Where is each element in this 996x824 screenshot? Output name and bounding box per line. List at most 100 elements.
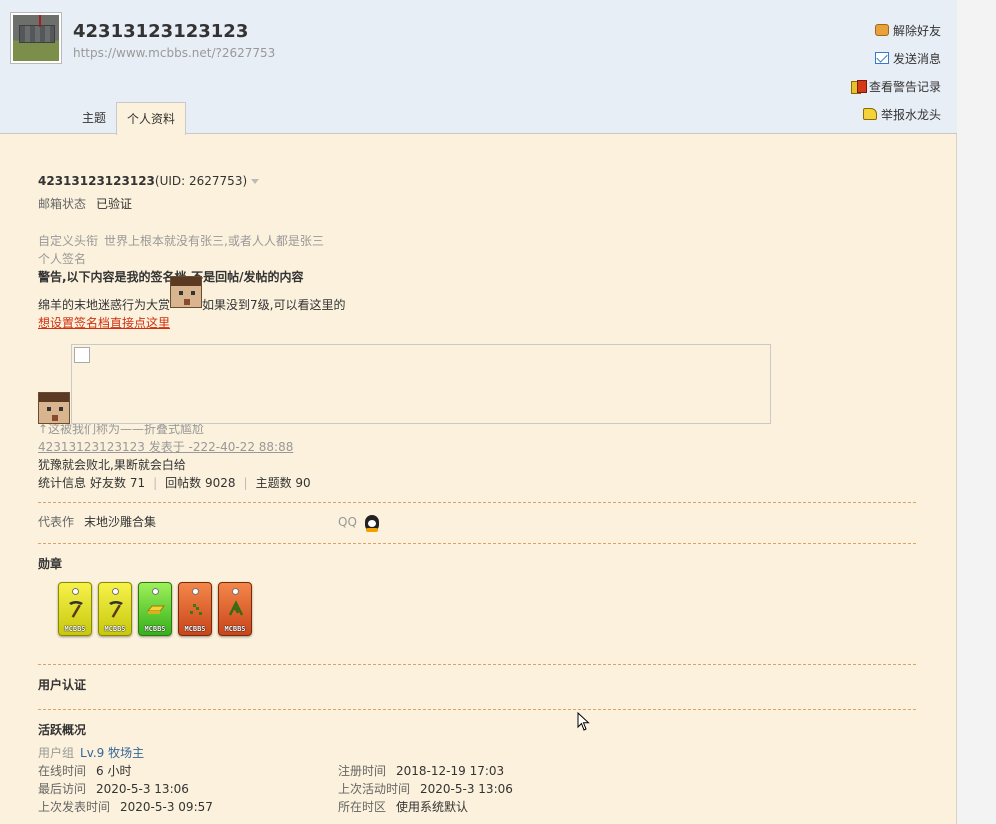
report-button[interactable]: 举报水龙头: [851, 100, 941, 128]
profile-name-row: 42313123123123(UID: 2627753): [38, 172, 916, 190]
works-value[interactable]: 末地沙雕合集: [84, 515, 156, 529]
activity-row-2: 最后访问 2020-5-3 13:06 上次活动时间 2020-5-3 13:06: [38, 780, 916, 798]
view-warnings-label: 查看警告记录: [868, 79, 941, 94]
lastvisit-value: 2020-5-3 13:06: [96, 782, 189, 796]
profile-username: 42313123123123: [73, 21, 249, 42]
medal-hole: [152, 588, 159, 595]
broken-image-icon: [74, 347, 90, 363]
timezone-label: 所在时区: [338, 800, 387, 814]
medal-seeds[interactable]: MCBBS: [178, 582, 212, 636]
profile-actions: 解除好友 发送消息 查看警告记录 举报水龙头: [850, 16, 941, 128]
user-group-value[interactable]: Lv.9 牧场主: [80, 746, 144, 760]
qq-penguin-icon[interactable]: [364, 514, 379, 532]
post-link[interactable]: 42313123123123 发表于 -222-40-22 88:88: [38, 440, 293, 454]
replies-count[interactable]: 回帖数 9028: [165, 476, 235, 490]
auth-title: 用户认证: [38, 678, 87, 692]
medal-pickaxe[interactable]: MCBBS: [98, 582, 132, 636]
lastactive-value: 2020-5-3 13:06: [420, 782, 513, 796]
stats-label: 统计信息: [38, 476, 87, 490]
lastpost-cell: 上次发表时间 2020-5-3 09:57: [38, 798, 338, 816]
online-label: 在线时间: [38, 764, 87, 778]
handshake-icon: [874, 24, 889, 36]
send-message-label: 发送消息: [892, 51, 941, 66]
works-row: 代表作 末地沙雕合集 QQ: [38, 503, 916, 543]
custom-title-row: 自定义头衔 世界上根本就没有张三,或者人人都是张三: [38, 232, 916, 250]
plant-icon: [228, 600, 244, 616]
lastpost-value: 2020-5-3 09:57: [120, 800, 213, 814]
post-link-row: 42313123123123 发表于 -222-40-22 88:88: [38, 438, 916, 456]
pickaxe-icon: [69, 601, 83, 618]
avatar[interactable]: [10, 12, 62, 64]
steve-face-icon: [170, 276, 202, 308]
custom-title-value: 世界上根本就没有张三,或者人人都是张三: [104, 234, 324, 248]
signature-image[interactable]: [71, 344, 771, 424]
signature-label: 个人签名: [38, 252, 87, 266]
signature-text-a: 绵羊的末地迷惑行为大赏: [38, 298, 171, 312]
medal-brand: MCBBS: [184, 625, 206, 633]
reg-label: 注册时间: [338, 764, 387, 778]
send-message-button[interactable]: 发送消息: [851, 44, 941, 72]
profile-page: 42313123123123 https://www.mcbbs.net/?26…: [0, 0, 957, 824]
lastpost-label: 上次发表时间: [38, 800, 111, 814]
avatar-image: [13, 15, 59, 61]
works-label: 代表作: [38, 515, 75, 529]
reg-cell: 注册时间 2018-12-19 17:03: [338, 762, 504, 780]
friends-count[interactable]: 好友数 71: [90, 476, 145, 490]
online-value: 6 小时: [96, 764, 132, 778]
lastvisit-cell: 最后访问 2020-5-3 13:06: [38, 780, 338, 798]
divider: |: [153, 476, 158, 490]
gold-ingot-icon: [146, 605, 166, 614]
profile-tabs: 主题 个人资料: [72, 102, 187, 135]
activity-row-1: 在线时间 6 小时 注册时间 2018-12-19 17:03: [38, 762, 916, 780]
reg-value: 2018-12-19 17:03: [396, 764, 505, 778]
mail-icon: [874, 52, 889, 64]
profile-uid: (UID: 2627753): [154, 174, 248, 188]
signature-text-b: 如果没到7级,可以看这里的: [202, 298, 346, 312]
profile-url[interactable]: https://www.mcbbs.net/?2627753: [73, 46, 275, 60]
medal-pickaxe[interactable]: MCBBS: [58, 582, 92, 636]
email-status-row: 邮箱状态 已验证: [38, 195, 916, 213]
medal-hole: [232, 588, 239, 595]
motto: 犹豫就会败北,果断就会白给: [38, 458, 186, 472]
qq-cell: QQ: [338, 513, 379, 532]
medal-brand: MCBBS: [64, 625, 86, 633]
signature-link-row: 想设置签名档直接点这里: [38, 314, 916, 332]
stats-row: 统计信息 好友数 71 | 回帖数 9028 | 主题数 90: [38, 474, 916, 492]
chevron-down-icon[interactable]: [251, 179, 260, 184]
user-group-label: 用户组: [38, 746, 75, 760]
lastactive-cell: 上次活动时间 2020-5-3 13:06: [338, 780, 513, 798]
medal-brand: MCBBS: [224, 625, 246, 633]
steve-face-icon: [38, 392, 70, 424]
online-cell: 在线时间 6 小时: [38, 762, 338, 780]
medal-gold-ingot[interactable]: MCBBS: [138, 582, 172, 636]
activity-title: 活跃概况: [38, 723, 87, 737]
medal-plant[interactable]: MCBBS: [218, 582, 252, 636]
warning-card-icon: [850, 80, 867, 94]
faucet-icon: [862, 108, 877, 120]
works-cell: 代表作 末地沙雕合集: [38, 513, 338, 531]
remove-friend-label: 解除好友: [892, 23, 941, 38]
medals-list: MCBBS MCBBS MCBBS MCBBS MCBBS: [58, 582, 916, 636]
view-warnings-button[interactable]: 查看警告记录: [850, 72, 941, 100]
tab-threads[interactable]: 主题: [72, 102, 116, 134]
profile-main: 42313123123123(UID: 2627753) 邮箱状态 已验证 自定义…: [38, 172, 916, 816]
medals-title: 勋章: [38, 557, 63, 571]
profile-name-strong: 42313123123123: [38, 174, 155, 188]
tab-profile[interactable]: 个人资料: [116, 102, 187, 135]
email-status-value: 已验证: [96, 197, 133, 211]
lastactive-label: 上次活动时间: [338, 782, 411, 796]
medal-hole: [72, 588, 79, 595]
signature-settings-link[interactable]: 想设置签名档直接点这里: [38, 316, 170, 330]
divider: [38, 543, 916, 544]
threads-count[interactable]: 主题数 90: [256, 476, 311, 490]
timezone-value: 使用系统默认: [396, 800, 469, 814]
medal-hole: [192, 588, 199, 595]
lastvisit-label: 最后访问: [38, 782, 87, 796]
custom-title-label: 自定义头衔: [38, 234, 99, 248]
qq-label: QQ: [338, 515, 357, 529]
email-status-label: 邮箱状态: [38, 197, 87, 211]
signature-line: 绵羊的末地迷惑行为大赏 如果没到7级,可以看这里的: [38, 276, 916, 314]
medal-brand: MCBBS: [144, 625, 166, 633]
remove-friend-button[interactable]: 解除好友: [851, 16, 941, 44]
divider: [38, 709, 916, 710]
